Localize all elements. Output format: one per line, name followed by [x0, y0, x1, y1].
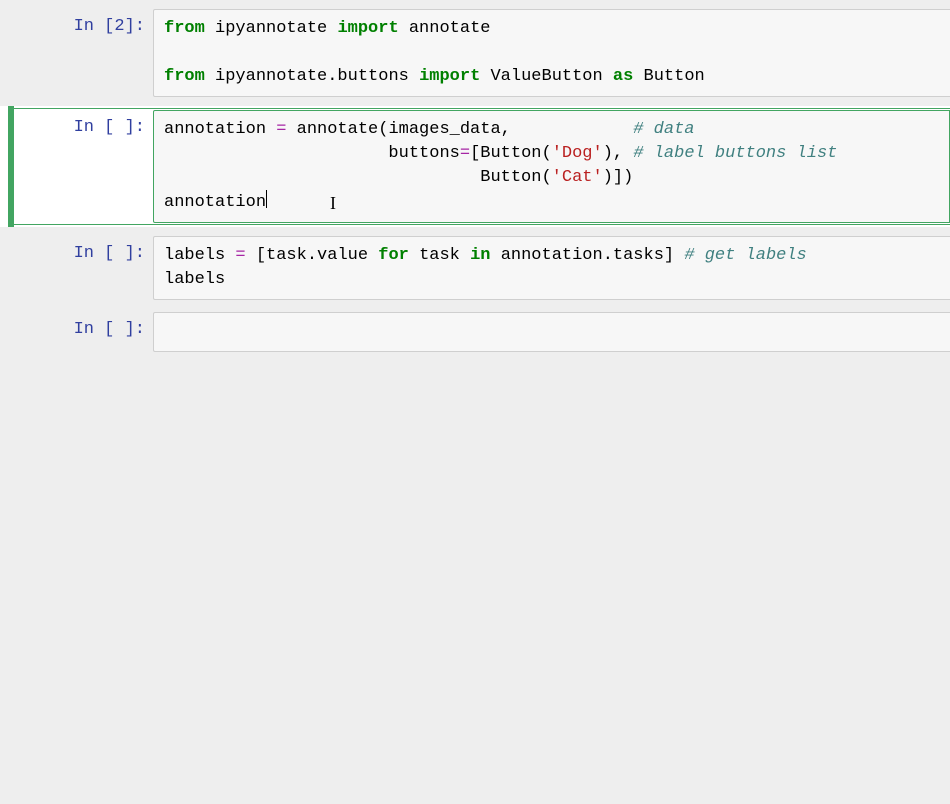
code-input[interactable]: annotation = annotate(images_data, # dat… — [153, 110, 950, 223]
code-cell[interactable]: In [2]:from ipyannotate import annotate … — [0, 6, 950, 100]
code-input[interactable]: labels = [task.value for task in annotat… — [153, 236, 950, 300]
code-input[interactable]: from ipyannotate import annotate from ip… — [153, 9, 950, 97]
input-prompt: In [ ]: — [8, 110, 153, 223]
input-prompt: In [ ]: — [8, 312, 153, 352]
input-prompt: In [ ]: — [8, 236, 153, 300]
text-cursor — [266, 190, 267, 208]
code-cell[interactable]: In [ ]:annotation = annotate(images_data… — [0, 106, 950, 227]
code-cell[interactable]: In [ ]: — [0, 309, 950, 355]
ibeam-cursor-icon: I — [330, 191, 336, 215]
code-input[interactable] — [153, 312, 950, 352]
code-cell[interactable]: In [ ]:labels = [task.value for task in … — [0, 233, 950, 303]
notebook-container: In [2]:from ipyannotate import annotate … — [0, 6, 950, 355]
input-prompt: In [2]: — [8, 9, 153, 97]
